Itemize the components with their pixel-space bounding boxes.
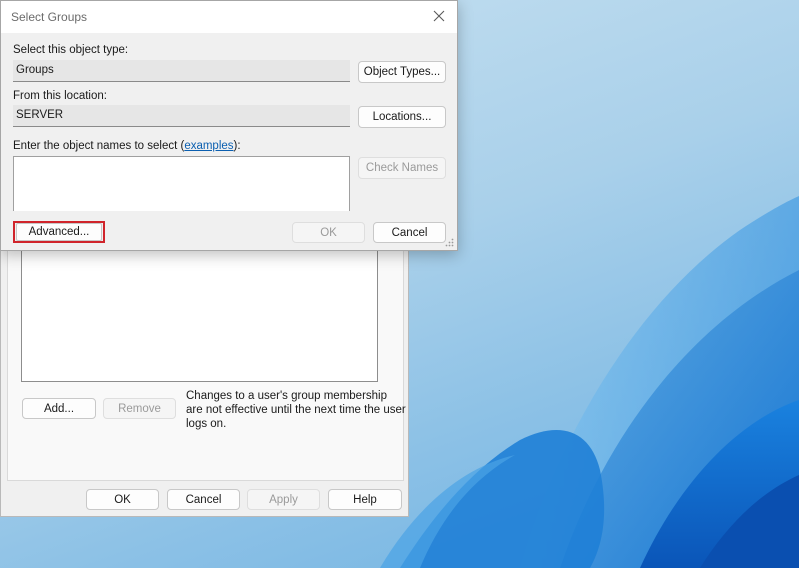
member-of-list[interactable]: [21, 242, 378, 382]
object-type-label: Select this object type:: [13, 44, 129, 56]
advanced-button[interactable]: Advanced...: [16, 223, 102, 241]
properties-apply-button[interactable]: Apply: [247, 489, 320, 510]
object-types-button[interactable]: Object Types...: [358, 61, 446, 83]
object-type-field: Groups: [13, 60, 350, 82]
add-group-button[interactable]: Add...: [22, 398, 96, 419]
enter-names-label-end: ):: [233, 140, 241, 152]
object-names-input[interactable]: [13, 156, 350, 211]
properties-help-button[interactable]: Help: [328, 489, 402, 510]
select-groups-dialog: Select Groups Select this object type: G…: [0, 0, 458, 251]
properties-cancel-button[interactable]: Cancel: [167, 489, 240, 510]
ok-button[interactable]: OK: [292, 222, 365, 243]
location-field: SERVER: [13, 105, 350, 127]
cancel-button[interactable]: Cancel: [373, 222, 446, 243]
resize-grip-icon[interactable]: [445, 238, 454, 247]
properties-ok-button[interactable]: OK: [86, 489, 159, 510]
locations-button[interactable]: Locations...: [358, 106, 446, 128]
dialog-title: Select Groups: [11, 10, 88, 24]
check-names-button[interactable]: Check Names: [358, 157, 446, 179]
membership-note: Changes to a user's group membership are…: [186, 390, 406, 430]
remove-group-button[interactable]: Remove: [103, 398, 176, 419]
enter-names-label-text: Enter the object names to select (: [13, 140, 185, 152]
location-label: From this location:: [13, 90, 107, 102]
dialog-titlebar: Select Groups: [1, 1, 457, 33]
examples-link[interactable]: examples: [184, 140, 233, 152]
close-icon[interactable]: [427, 5, 451, 27]
enter-names-label: Enter the object names to select (exampl…: [13, 140, 241, 152]
